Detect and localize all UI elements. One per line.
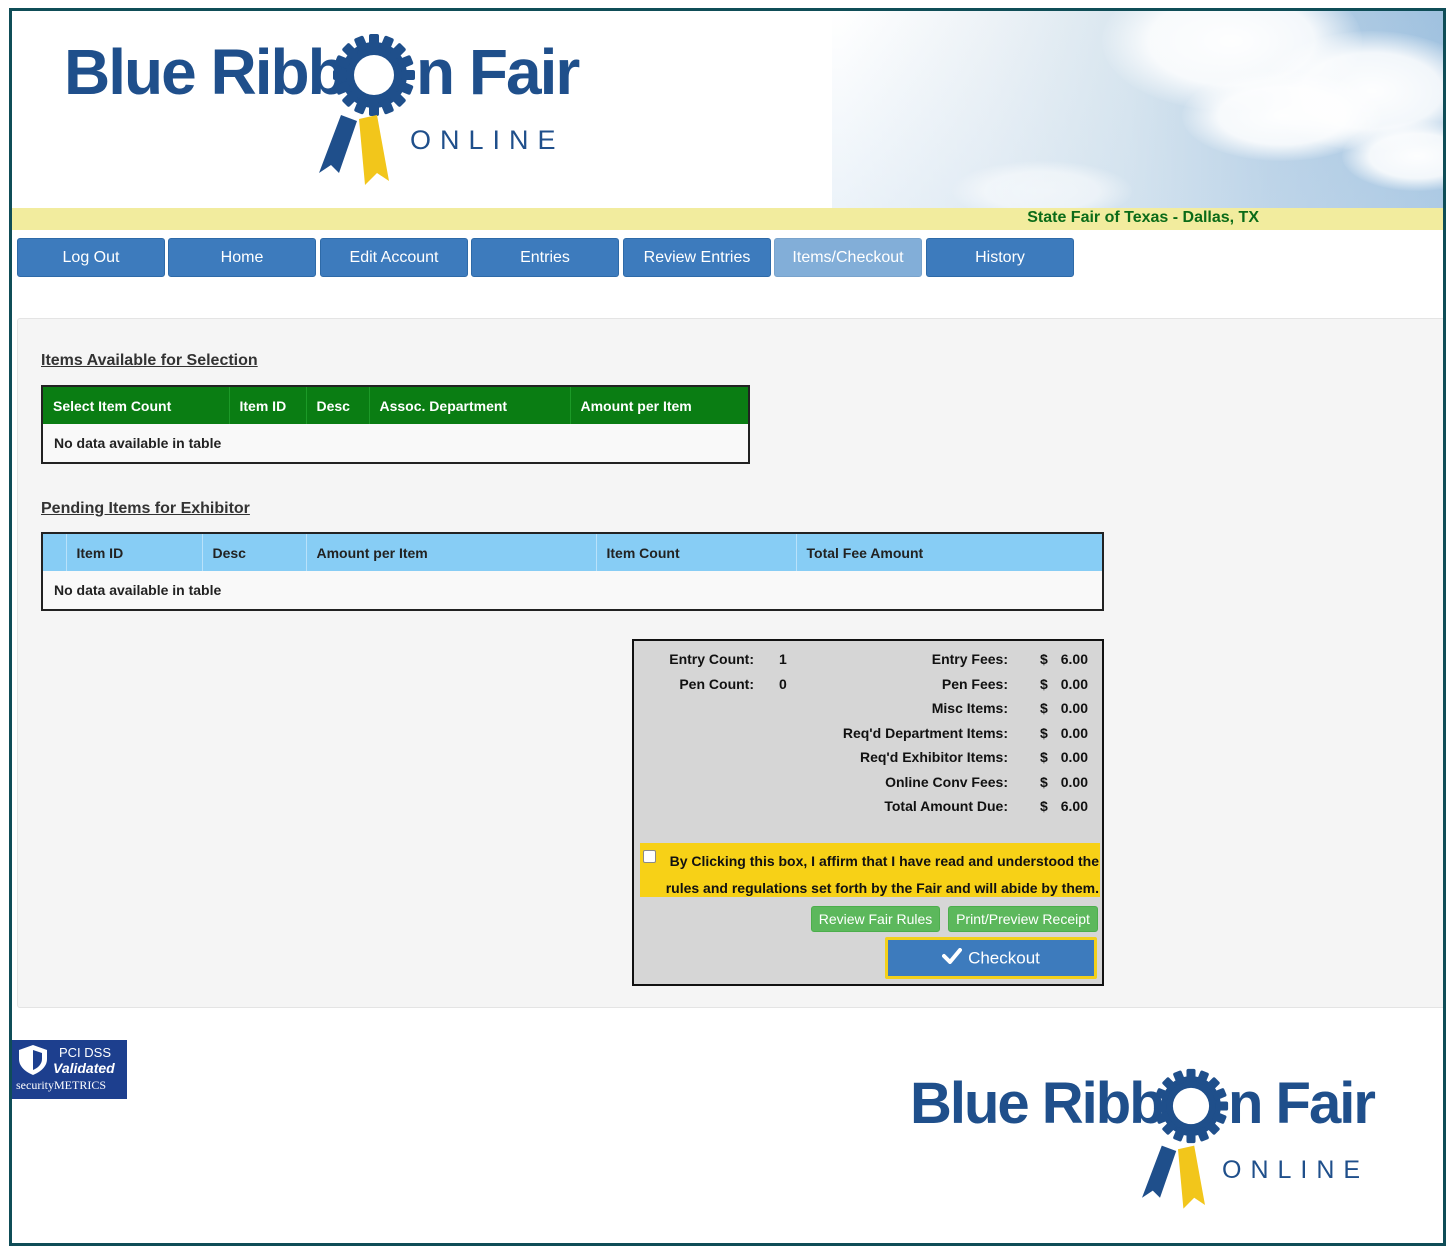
fee-label: Req'd Department Items: <box>842 725 1008 741</box>
pci-dss-badge[interactable]: PCI DSS Validated securityMETRICS <box>12 1040 127 1099</box>
nav-review-entries-button[interactable]: Review Entries <box>623 238 771 277</box>
fee-label: Req'd Exhibitor Items: <box>859 749 1008 765</box>
column-header[interactable]: Desc <box>201 533 306 571</box>
logo-text-left: Blue Ribb <box>64 36 347 108</box>
gear-icon <box>333 34 415 116</box>
column-header[interactable]: Item ID <box>65 533 202 571</box>
gear-icon <box>1153 1068 1229 1144</box>
checkout-panel: Items Available for Selection Select Ite… <box>17 318 1443 1008</box>
column-header[interactable]: Amount per Item <box>305 533 596 571</box>
nav-entries-button[interactable]: Entries <box>471 238 619 277</box>
checkout-label: Checkout <box>968 948 1040 968</box>
logo-text-right: n Fair <box>1228 1071 1376 1136</box>
fee-label: Entry Fees: <box>931 651 1008 667</box>
items-available-table: Select Item Count Item ID Desc Assoc. De… <box>41 385 750 464</box>
fair-name: State Fair of Texas - Dallas, TX <box>1027 209 1259 226</box>
ribbon-icon <box>319 115 389 185</box>
total-due-amount: 6.00 <box>1060 798 1088 814</box>
logo-tagline: ONLINE <box>410 125 565 155</box>
nav-log-out-button[interactable]: Log Out <box>17 238 165 277</box>
nav-home-button[interactable]: Home <box>168 238 316 277</box>
check-icon <box>942 941 963 977</box>
items-available-title: Items Available for Selection <box>41 352 258 369</box>
nav-history-button[interactable]: History <box>926 238 1074 277</box>
rules-affirmation: By Clicking this box, I affirm that I ha… <box>640 843 1100 897</box>
pci-line3: securityMETRICS <box>16 1078 106 1092</box>
pending-items-table: Item ID Desc Amount per Item Item Count … <box>41 532 1104 611</box>
column-header[interactable]: Amount per Item <box>569 386 749 424</box>
print-preview-receipt-button[interactable]: Print/Preview Receipt <box>948 906 1098 932</box>
fee-label: Misc Items: <box>931 700 1008 716</box>
fee-amount: 0.00 <box>1060 774 1088 790</box>
column-header[interactable] <box>42 533 66 571</box>
empty-table-message: No data available in table <box>42 571 1103 610</box>
column-header[interactable]: Desc <box>305 386 369 424</box>
pci-line2: Validated <box>53 1060 115 1076</box>
fee-label: Pen Fees: <box>941 676 1008 692</box>
site-header: Blue Ribb n Fair ONLINE <box>12 11 1443 208</box>
table-row: No data available in table <box>42 571 1103 610</box>
pen-count-label: Pen Count: <box>679 676 754 692</box>
footer-brand-logo: Blue Ribb n Fair ONLINE <box>910 1066 1380 1221</box>
table-header-row: Select Item Count Item ID Desc Assoc. De… <box>42 386 749 424</box>
brand-logo[interactable]: Blue Ribb n Fair ONLINE <box>64 29 584 194</box>
checkout-button[interactable]: Checkout <box>885 937 1097 979</box>
pci-line1: PCI DSS <box>59 1045 112 1060</box>
nav-edit-account-button[interactable]: Edit Account <box>320 238 468 277</box>
logo-text-left: Blue Ribb <box>910 1071 1165 1136</box>
total-due-label: Total Amount Due: <box>884 798 1008 814</box>
order-summary: Entry Count: 1 Pen Count: 0 Entry Fees: … <box>632 639 1104 986</box>
affirm-text: By Clicking this box, I affirm that I ha… <box>665 853 1099 896</box>
column-header[interactable]: Total Fee Amount <box>795 533 1103 571</box>
entry-count-label: Entry Count: <box>669 651 754 667</box>
table-row: No data available in table <box>42 424 749 463</box>
logo-tagline: ONLINE <box>1222 1156 1370 1184</box>
column-header[interactable]: Item Count <box>595 533 796 571</box>
fee-amount: 0.00 <box>1060 725 1088 741</box>
fee-label: Online Conv Fees: <box>885 774 1008 790</box>
page-frame: Blue Ribb n Fair ONLINE State Fair of Te… <box>9 8 1446 1246</box>
pending-items-title: Pending Items for Exhibitor <box>41 500 250 517</box>
fee-amount: 6.00 <box>1060 651 1088 667</box>
fee-amount: 0.00 <box>1060 700 1088 716</box>
column-header[interactable]: Item ID <box>228 386 306 424</box>
column-header[interactable]: Assoc. Department <box>368 386 570 424</box>
fee-amount: 0.00 <box>1060 749 1088 765</box>
nav-items-checkout-button[interactable]: Items/Checkout <box>774 238 922 277</box>
table-header-row: Item ID Desc Amount per Item Item Count … <box>42 533 1103 571</box>
fair-banner: State Fair of Texas - Dallas, TX <box>12 208 1443 230</box>
affirm-checkbox[interactable] <box>643 850 656 863</box>
column-header[interactable]: Select Item Count <box>42 386 229 424</box>
fee-amount: 0.00 <box>1060 676 1088 692</box>
shield-icon <box>19 1045 47 1075</box>
empty-table-message: No data available in table <box>42 424 749 463</box>
review-fair-rules-button[interactable]: Review Fair Rules <box>811 906 940 932</box>
logo-text-right: n Fair <box>416 36 580 108</box>
ribbon-icon <box>1142 1145 1205 1209</box>
